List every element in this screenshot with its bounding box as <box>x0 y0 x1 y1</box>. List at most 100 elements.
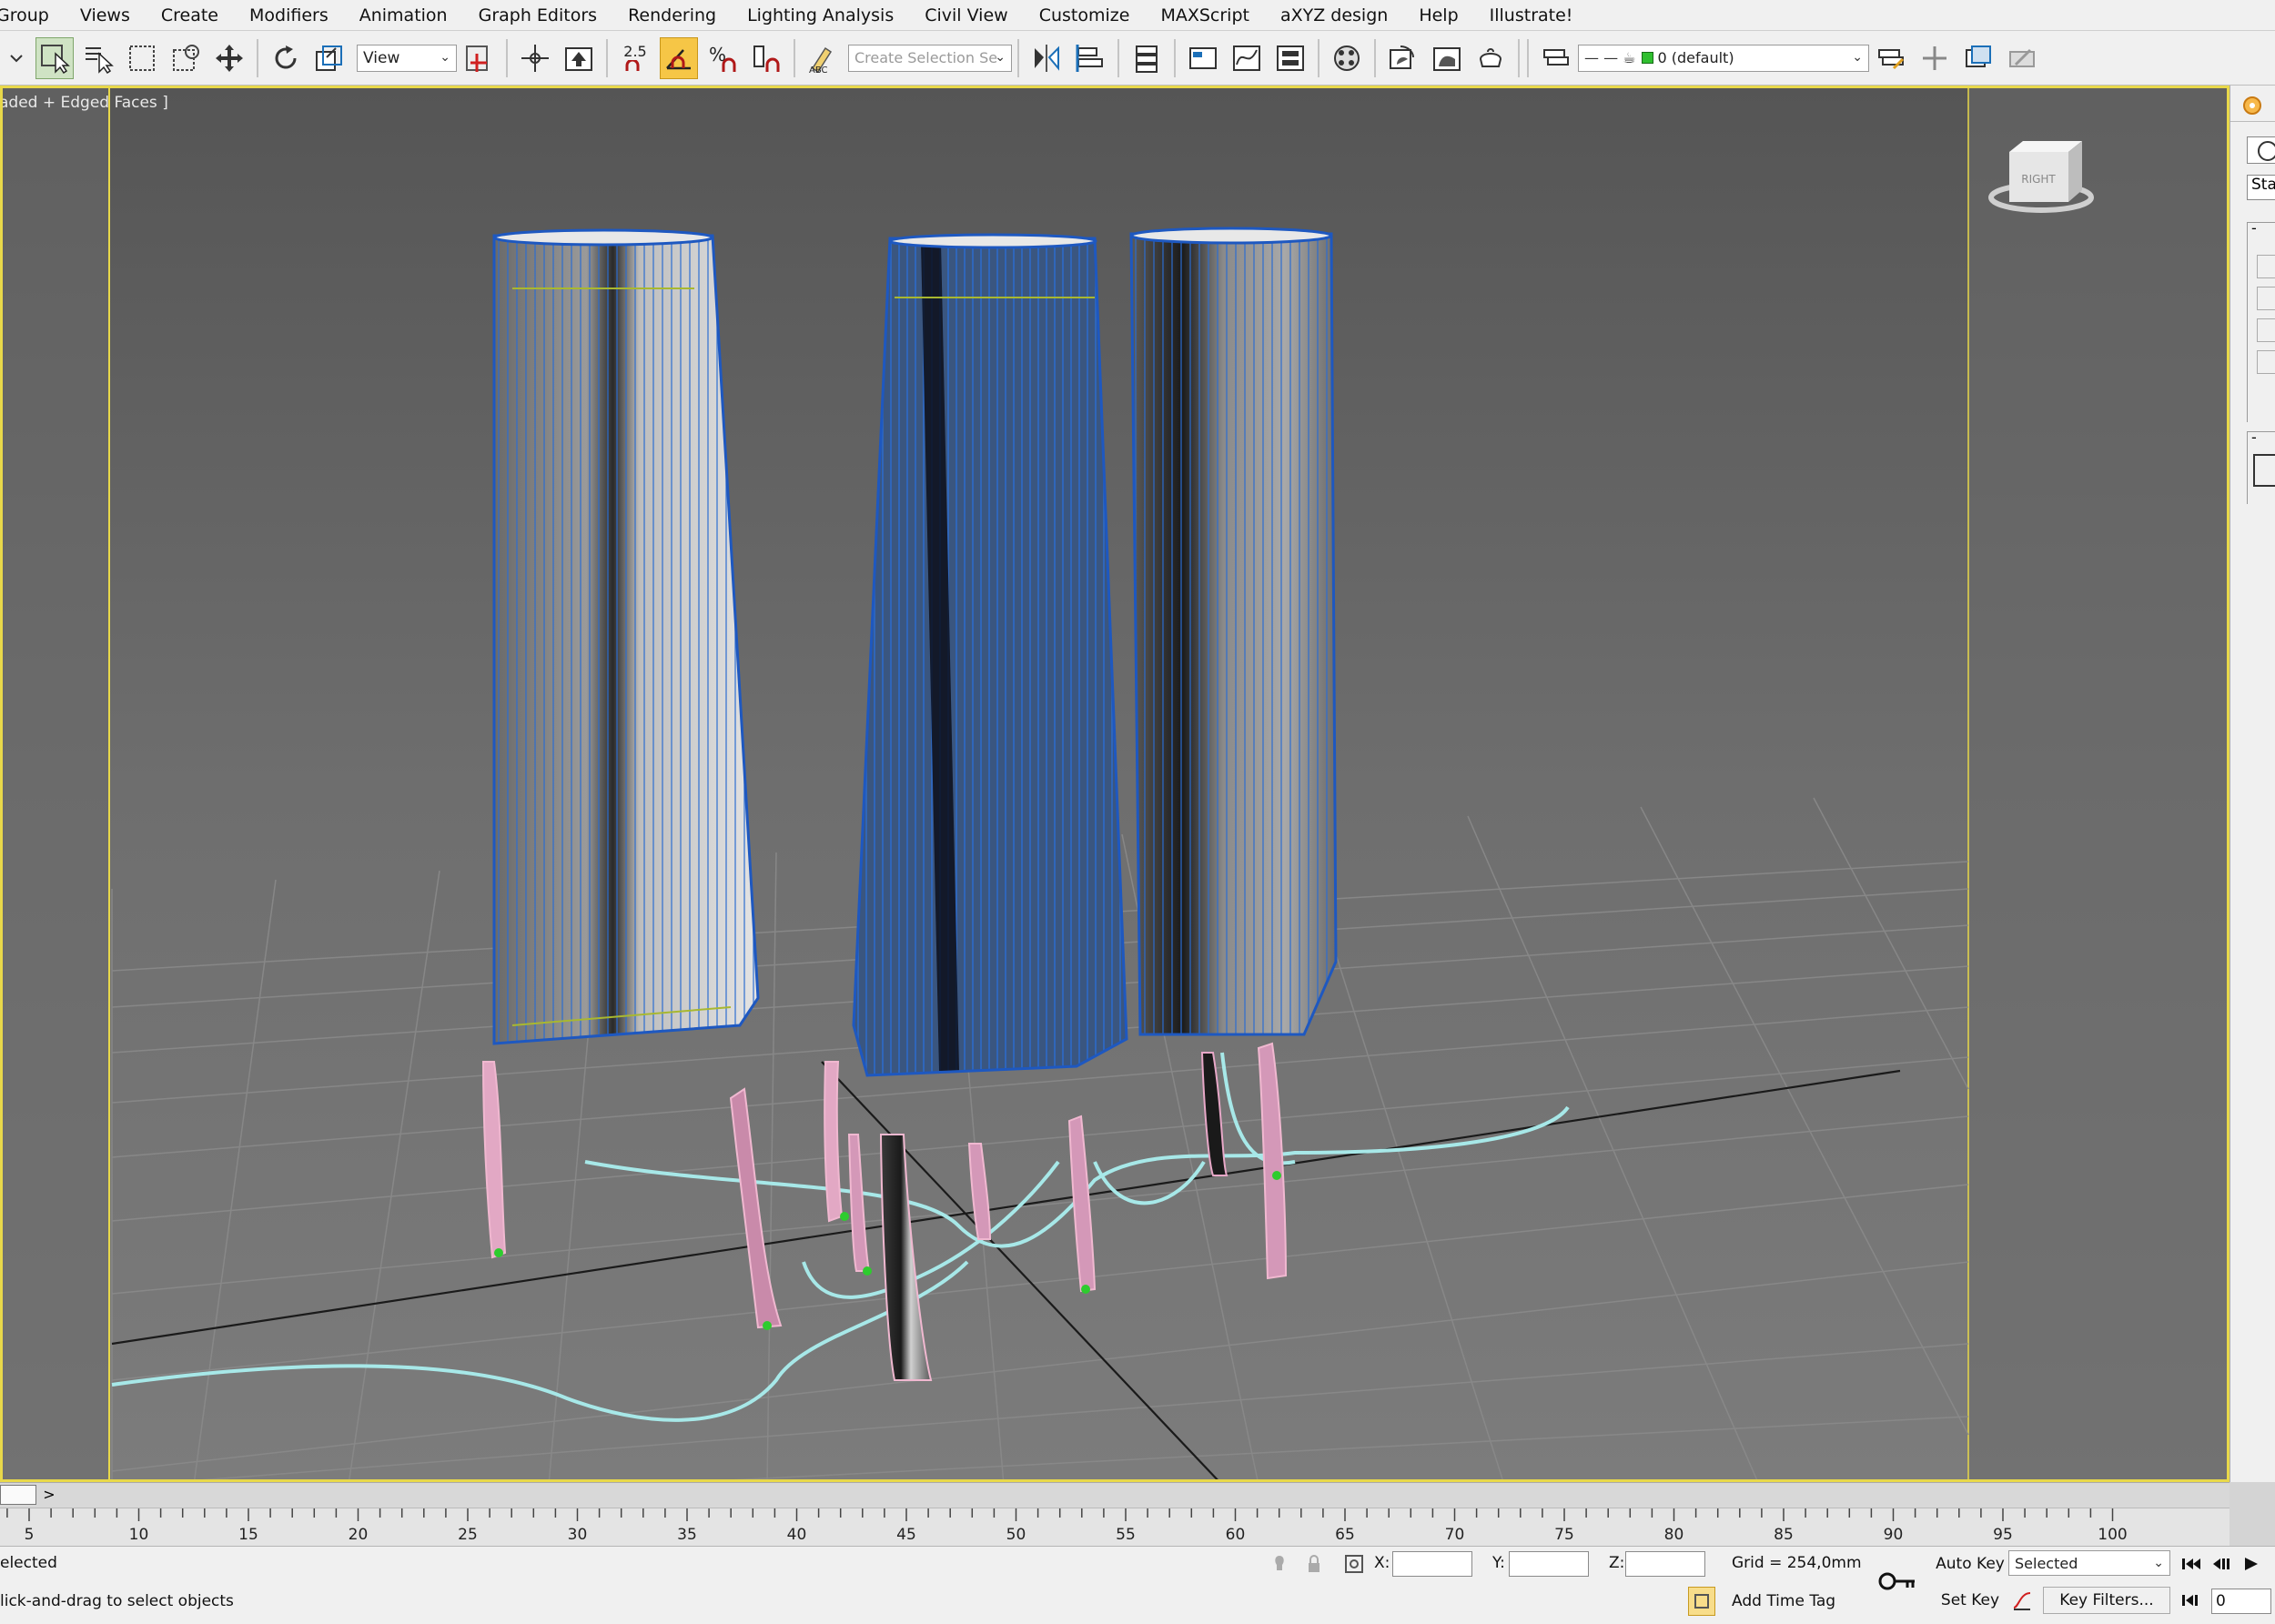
selection-filter-dropdown[interactable] <box>3 37 30 79</box>
rollout-button[interactable] <box>2257 255 2275 278</box>
spinner-snap-toggle-icon[interactable] <box>747 37 785 79</box>
named-selection-set-dropdown[interactable]: Create Selection Se ⌄ <box>848 44 1012 72</box>
menu-civil-view[interactable]: Civil View <box>925 5 1024 25</box>
key-mode-dropdown[interactable]: Selected ⌄ <box>2008 1550 2170 1576</box>
render-production-icon[interactable] <box>1471 37 1510 79</box>
rollout-button[interactable] <box>2257 350 2275 374</box>
previous-frame-icon[interactable] <box>2207 1550 2234 1578</box>
rollout-collapse-icon[interactable]: - <box>2251 219 2257 237</box>
go-to-start-icon[interactable] <box>2178 1550 2205 1578</box>
time-slider-thumb[interactable] <box>0 1485 36 1505</box>
toolbar-separator <box>1518 38 1520 77</box>
toggle-layer-explorer-icon[interactable] <box>1184 37 1222 79</box>
menu-illustrate[interactable]: Illustrate! <box>1490 5 1590 25</box>
menu-customize[interactable]: Customize <box>1039 5 1147 25</box>
keyboard-shortcut-override-icon[interactable] <box>560 37 598 79</box>
menu-group[interactable]: Group <box>0 5 66 25</box>
toolbar-separator <box>1527 38 1529 77</box>
angle-snap-toggle-icon[interactable] <box>660 36 698 79</box>
add-to-layer-icon[interactable] <box>1916 37 1954 79</box>
select-and-rotate-icon[interactable] <box>267 37 305 79</box>
snaps-toggle-icon[interactable]: 2.5 <box>616 37 654 79</box>
trackbar-tick-label: 40 <box>787 1526 807 1544</box>
curve-editor-icon[interactable] <box>1228 37 1266 79</box>
current-layer-dropdown[interactable]: — — ☕ 0 (default) ⌄ <box>1578 44 1869 72</box>
menu-modifiers[interactable]: Modifiers <box>249 5 345 25</box>
reference-coordinate-system-dropdown[interactable]: View ⌄ <box>357 44 457 72</box>
selection-lock-icon[interactable] <box>1304 1550 1324 1578</box>
rollout-button[interactable] <box>2257 318 2275 342</box>
isolate-selection-icon[interactable] <box>1269 1550 1289 1578</box>
window-crossing-icon[interactable] <box>167 37 205 79</box>
name-color-swatch[interactable] <box>2253 454 2275 487</box>
floor-lamp-front[interactable] <box>847 233 1128 1381</box>
auto-key-button[interactable]: Auto Key <box>1934 1550 2007 1578</box>
percent-snap-toggle-icon[interactable]: % <box>703 37 742 79</box>
time-tag-icon[interactable] <box>1688 1587 1715 1616</box>
utilities-tab-icon[interactable] <box>2230 86 2267 118</box>
chevron-down-icon: ⌄ <box>2153 1556 2164 1570</box>
x-coord-input[interactable] <box>1392 1551 1472 1577</box>
current-frame-input[interactable]: 0 <box>2211 1589 2271 1614</box>
select-objects-in-layer-icon[interactable] <box>1959 37 1997 79</box>
menu-lighting-analysis[interactable]: Lighting Analysis <box>747 5 910 25</box>
schematic-view-icon[interactable] <box>1271 37 1309 79</box>
trackbar-tick-label: 45 <box>896 1526 916 1544</box>
rectangular-selection-region-icon[interactable] <box>123 37 161 79</box>
create-new-layer-icon[interactable] <box>1872 37 1910 79</box>
trackbar-tick-label: 65 <box>1335 1526 1355 1544</box>
menu-rendering[interactable]: Rendering <box>628 5 733 25</box>
key-filters-button[interactable]: Key Filters... <box>2043 1587 2170 1614</box>
menu-graph-editors[interactable]: Graph Editors <box>479 5 613 25</box>
menu-maxscript[interactable]: MAXScript <box>1160 5 1266 25</box>
chevron-down-icon: ⌄ <box>1852 49 1863 65</box>
toolbar-separator <box>1117 38 1119 77</box>
object-type-button[interactable] <box>2247 136 2275 164</box>
toolbar-separator <box>1174 38 1176 77</box>
absolute-mode-transform-icon[interactable] <box>1342 1550 1366 1578</box>
rendered-frame-window-icon[interactable] <box>1428 37 1466 79</box>
rollout-collapse-icon[interactable]: - <box>2251 429 2257 446</box>
time-slider-next-button[interactable]: > <box>40 1485 58 1505</box>
use-pivot-point-center-icon[interactable] <box>460 37 498 79</box>
select-object-icon[interactable] <box>35 36 74 79</box>
menu-create[interactable]: Create <box>161 5 235 25</box>
viewport-frame[interactable]: RIGHT aded + Edged Faces ] <box>0 86 2230 1482</box>
viewport-shading-label[interactable]: aded + Edged Faces ] <box>3 94 168 112</box>
key-tangent-icon[interactable] <box>2009 1587 2035 1614</box>
select-by-name-icon[interactable] <box>79 37 117 79</box>
layer-manager-icon[interactable] <box>1537 37 1575 79</box>
key-mode-toggle-icon[interactable] <box>2178 1587 2205 1614</box>
add-time-tag-label[interactable]: Add Time Tag <box>1732 1592 1835 1610</box>
trackbar-tick-label: 15 <box>238 1526 258 1544</box>
set-key-button[interactable]: Set Key <box>1934 1587 2007 1614</box>
menu-views[interactable]: Views <box>80 5 147 25</box>
mirror-icon[interactable] <box>1027 37 1066 79</box>
viewport-scene[interactable]: RIGHT <box>3 88 2230 1482</box>
material-editor-icon[interactable] <box>1328 37 1366 79</box>
set-current-layer-icon[interactable] <box>2003 37 2041 79</box>
object-category-dropdown[interactable]: Sta <box>2247 175 2275 200</box>
y-coord-input[interactable] <box>1509 1551 1589 1577</box>
command-panel-tabs <box>2230 86 2275 122</box>
set-keys-key-icon[interactable] <box>1875 1563 1920 1599</box>
select-and-manipulate-icon[interactable] <box>516 37 554 79</box>
perspective-viewport[interactable]: RIGHT aded + Edged Faces ] <box>0 86 2230 1482</box>
play-animation-icon[interactable] <box>2237 1550 2264 1578</box>
select-and-scale-icon[interactable] <box>310 37 349 79</box>
menu-axyz-design[interactable]: aXYZ design <box>1280 5 1404 25</box>
edit-named-selection-sets-icon[interactable]: ABC <box>804 37 842 79</box>
main-toolbar: View ⌄ 2.5 % ABC Create Selection Se ⌄ —… <box>0 31 2275 86</box>
render-setup-icon[interactable] <box>1384 37 1422 79</box>
menu-animation[interactable]: Animation <box>359 5 464 25</box>
select-and-move-icon[interactable] <box>210 37 248 79</box>
z-coord-input[interactable] <box>1625 1551 1705 1577</box>
rollout-button[interactable] <box>2257 287 2275 310</box>
selection-status-text: elected <box>0 1554 57 1572</box>
trackbar-tick-label: 60 <box>1226 1526 1246 1544</box>
align-icon[interactable] <box>1071 37 1109 79</box>
toggle-scene-explorer-icon[interactable] <box>1127 37 1166 79</box>
menu-help[interactable]: Help <box>1419 5 1474 25</box>
trackbar[interactable]: 5 10 15 20 25 30 35 40 45 50 55 60 65 70 75 80 85 90 95 100 <box>0 1508 2230 1546</box>
time-slider[interactable]: > <box>0 1482 2230 1508</box>
